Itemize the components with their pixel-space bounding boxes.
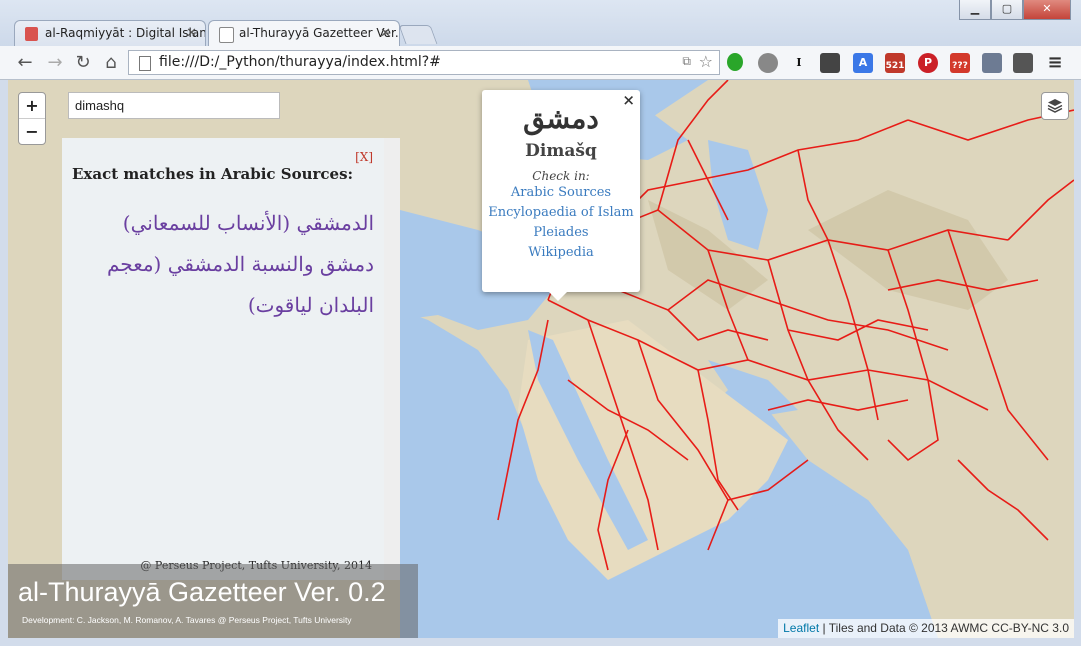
link-encyclopaedia-of-islam[interactable]: Encylopaedia of Islam [482, 203, 640, 223]
tab-label: al-Raqmiyyāt : Digital Islan [45, 26, 206, 40]
leaflet-link[interactable]: Leaflet [783, 621, 819, 635]
tab-thurayya[interactable]: al-Thurayyā Gazetteer Ver. ✕ [208, 20, 400, 46]
bookmark-star-icon[interactable]: ☆ [699, 52, 713, 71]
unknown-badge-icon[interactable]: ??? [950, 53, 970, 73]
attribution-text: | Tiles and Data © 2013 AWMC CC-BY-NC 3.… [819, 621, 1069, 635]
results-heading: Exact matches in Arabic Sources: [72, 165, 354, 183]
result-line[interactable]: دمشق والنسبة الدمشقي (معجم [70, 252, 374, 276]
minimize-icon[interactable]: ▁ [959, 0, 991, 20]
results-panel: [X] Exact matches in Arabic Sources: الد… [62, 138, 400, 580]
page-favicon-icon [219, 27, 234, 43]
tab-label: al-Thurayyā Gazetteer Ver. [239, 26, 399, 40]
pinterest-icon[interactable]: P [918, 53, 938, 73]
results-scrollbar[interactable] [384, 138, 400, 580]
link-pleiades[interactable]: Pleiades [482, 223, 640, 243]
popup-arabic-name: دمشق [523, 102, 599, 135]
map-attribution: Leaflet | Tiles and Data © 2013 AWMC CC-… [778, 619, 1074, 638]
browser-titlebar: al-Raqmiyyāt : Digital Islan ✕ al-Thuray… [0, 0, 1081, 46]
home-icon[interactable]: ⌂ [100, 52, 122, 74]
search-input[interactable]: dimashq [68, 92, 280, 119]
place-popup: × دمشق Dimašq Check in: Arabic Sources E… [482, 90, 640, 292]
address-bar[interactable]: file:///D:/_Python/thurayya/index.html?#… [128, 50, 720, 75]
site-banner: al-Thurayyā Gazetteer Ver. 0.2 Developme… [8, 564, 418, 638]
popup-tip [548, 291, 568, 301]
zoom-out-button[interactable]: − [19, 118, 45, 144]
page-icon [139, 56, 151, 71]
layers-icon[interactable] [1041, 92, 1069, 120]
popup-check-in-label: Check in: [532, 169, 590, 183]
popup-close-icon[interactable]: × [622, 91, 635, 109]
translate-icon[interactable]: A [853, 53, 873, 73]
forward-arrow-icon[interactable]: → [44, 52, 66, 74]
translate-page-icon[interactable]: ⧉ [682, 54, 691, 69]
url-text: file:///D:/_Python/thurayya/index.html?# [159, 54, 441, 70]
popup-transliteration: Dimašq [525, 141, 597, 161]
tab-raqmiyyat[interactable]: al-Raqmiyyāt : Digital Islan ✕ [14, 20, 206, 46]
result-line[interactable]: الدمشقي (الأنساب للسمعاني) [70, 211, 374, 235]
tab-close-icon[interactable]: ✕ [186, 26, 197, 41]
reload-icon[interactable]: ↻ [72, 52, 94, 74]
zoom-control: + − [18, 92, 46, 145]
browser-toolbar: ← → ↻ ⌂ file:///D:/_Python/thurayya/inde… [0, 46, 1081, 80]
window-controls: ▁ ▢ ✕ [959, 0, 1071, 20]
evernote-icon[interactable] [1013, 53, 1033, 73]
pocket-icon[interactable] [820, 53, 840, 73]
window-frame-right [1074, 80, 1081, 646]
site-favicon-icon [25, 27, 38, 41]
window-frame-left [0, 80, 8, 646]
window-frame-bottom [0, 638, 1081, 646]
close-window-icon[interactable]: ✕ [1023, 0, 1071, 20]
banner-title: al-Thurayyā Gazetteer Ver. 0.2 [18, 577, 386, 607]
layers-glyph [1047, 99, 1063, 113]
link-wikipedia[interactable]: Wikipedia [482, 243, 640, 263]
link-arabic-sources[interactable]: Arabic Sources [482, 183, 640, 203]
results-close-button[interactable]: [X] [355, 150, 373, 164]
banner-subtitle: Development: C. Jackson, M. Romanov, A. … [22, 615, 352, 625]
menu-icon[interactable]: ≡ [1045, 53, 1065, 73]
green-leaf-icon[interactable] [727, 53, 743, 71]
badge-icon[interactable]: 521 [885, 53, 905, 73]
privacy-icon[interactable] [758, 53, 778, 73]
result-line[interactable]: البلدان لياقوت) [70, 293, 374, 317]
instapaper-icon[interactable]: I [789, 53, 809, 73]
page-action-icon[interactable] [982, 53, 1002, 73]
new-tab-button[interactable] [398, 25, 438, 44]
tab-close-icon[interactable]: ✕ [380, 26, 391, 41]
maximize-icon[interactable]: ▢ [991, 0, 1023, 20]
map-view[interactable]: + − dimashq [X] Exact matches in Arabic … [8, 80, 1074, 638]
back-arrow-icon[interactable]: ← [14, 52, 36, 74]
zoom-in-button[interactable]: + [19, 93, 45, 118]
